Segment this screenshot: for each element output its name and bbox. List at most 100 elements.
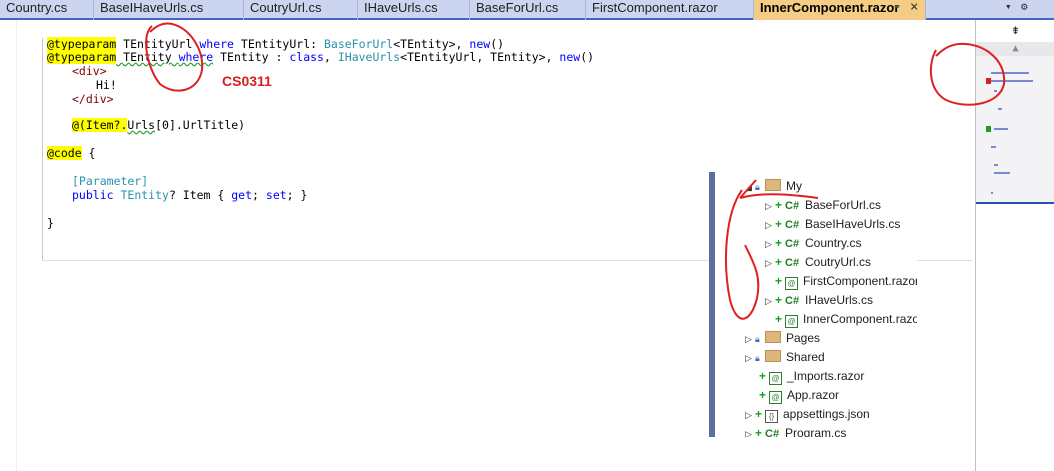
code-text: TEntityUrl: — [233, 37, 324, 51]
minimap-viewport[interactable] — [976, 56, 1054, 204]
razor-file-icon: @ — [785, 315, 798, 328]
folder-icon — [765, 350, 781, 362]
tab-label: InnerComponent.razor — [760, 0, 900, 15]
collapsed-arrow-icon[interactable]: ▷ — [745, 406, 755, 425]
type-name: IHaveUrls — [337, 50, 401, 64]
directive: @typeparam — [47, 37, 117, 51]
tree-item-my-folder[interactable]: ◢ 🔒︎ My — [745, 177, 802, 196]
type-name: TEntity — [113, 188, 169, 202]
pin-icon[interactable]: ⊸ — [893, 0, 900, 13]
tab-list-dropdown-icon[interactable]: ▾ — [1005, 0, 1012, 13]
minimap-line — [991, 146, 996, 148]
keyword: new — [559, 50, 581, 64]
code-property[interactable]: public TEntity? Item { get; set; } — [72, 188, 307, 202]
tree-item-firstcomponent[interactable]: + @ FirstComponent.razor — [775, 272, 917, 291]
keyword: new — [469, 37, 491, 51]
minimap-line — [991, 80, 1033, 82]
csharp-file-icon: C# — [785, 295, 800, 307]
code-text: TEntityUrl — [116, 37, 200, 51]
keyword: where — [178, 50, 214, 64]
tree-item-appsettings[interactable]: ▷ +{} appsettings.json — [745, 405, 870, 424]
tree-item-coutryurl[interactable]: ▷ + C# CoutryUrl.cs — [765, 253, 871, 272]
tree-item-app-razor[interactable]: + @ App.razor — [759, 386, 839, 405]
minimap-line — [998, 108, 1002, 110]
split-window-icon[interactable]: ⇟ — [976, 20, 1054, 40]
added-icon: + — [775, 236, 783, 250]
code-text: () — [490, 37, 505, 51]
close-tab-icon[interactable]: × — [910, 0, 918, 15]
tree-item-ihaveurls[interactable]: ▷ + C# IHaveUrls.cs — [765, 291, 873, 310]
minimap-line — [991, 192, 993, 194]
solution-explorer-tree[interactable]: ◢ 🔒︎ My ▷ + C# BaseForUrl.cs ▷ + C# BaseIHaveUrl… — [709, 172, 917, 437]
collapsed-arrow-icon[interactable]: ▷ — [765, 254, 775, 273]
collapsed-arrow-icon[interactable]: ▷ — [745, 349, 755, 368]
collapsed-arrow-icon[interactable]: ▷ — [745, 330, 755, 349]
razor-file-icon: @ — [769, 391, 782, 404]
minimap-change-marker — [986, 126, 991, 132]
lock-icon: 🔒︎ — [755, 353, 760, 363]
code-hi-text[interactable]: Hi! — [96, 78, 117, 92]
minimap-line — [994, 172, 1010, 174]
csharp-file-icon: C# — [785, 219, 800, 231]
collapsed-arrow-icon[interactable]: ▷ — [765, 197, 775, 216]
csharp-file-icon: C# — [765, 428, 780, 437]
tab-firstcomponent-razor[interactable]: FirstComponent.razor — [586, 0, 754, 20]
minimap-line — [994, 164, 998, 166]
tree-item-label: IHaveUrls.cs — [805, 293, 874, 307]
razor-file-icon: @ — [785, 277, 798, 290]
keyword: class — [289, 50, 324, 64]
tab-innercomponent-razor[interactable]: InnerComponent.razor — [754, 0, 926, 20]
expanded-arrow-icon[interactable]: ◢ — [745, 178, 755, 197]
code-text-squiggle: TEntity — [116, 50, 179, 64]
collapsed-arrow-icon[interactable]: ▷ — [765, 292, 775, 311]
settings-gear-icon[interactable]: ⚙ — [1021, 0, 1028, 13]
tree-item-label: Pages — [786, 331, 821, 345]
folder-icon — [765, 331, 781, 343]
code-text: ? Item { — [168, 188, 232, 202]
tab-country-cs[interactable]: Country.cs — [0, 0, 94, 20]
collapsed-arrow-icon[interactable]: ▷ — [765, 235, 775, 254]
tab-coutryurl-cs[interactable]: CoutryUrl.cs — [244, 0, 358, 20]
error-annotation: CS0311 — [222, 73, 272, 89]
code-div-close[interactable]: </div> — [72, 92, 114, 106]
tree-item-pages-folder[interactable]: ▷ 🔒︎ Pages — [745, 329, 820, 348]
csharp-file-icon: C# — [785, 257, 800, 269]
code-line-1[interactable]: @typeparam TEntityUrl where TEntityUrl: … — [47, 37, 504, 51]
code-text: [0].UrlTitle) — [155, 118, 246, 132]
code-item-expression[interactable]: @(Item?.Urls[0].UrlTitle) — [72, 118, 245, 132]
code-text: ; } — [286, 188, 308, 202]
tree-item-label: Country.cs — [805, 236, 862, 250]
tree-item-country[interactable]: ▷ + C# Country.cs — [765, 234, 861, 253]
code-div-open[interactable]: <div> — [72, 64, 107, 78]
added-icon: + — [759, 369, 767, 383]
minimap-scrollbar[interactable]: ⇟ ▲ — [975, 20, 1054, 471]
tab-baseihaveurls-cs[interactable]: BaseIHaveUrls.cs — [94, 0, 244, 20]
fold-guide — [42, 38, 43, 260]
code-line-2[interactable]: @typeparam TEntity where TEntity : class… — [47, 50, 594, 64]
razor-expression: @(Item?. — [72, 118, 128, 132]
tree-item-baseforurl[interactable]: ▷ + C# BaseForUrl.cs — [765, 196, 881, 215]
code-block-end[interactable]: } — [47, 216, 54, 230]
tree-item-label: Shared — [786, 350, 825, 364]
tree-item-shared-folder[interactable]: ▷ 🔒︎ Shared — [745, 348, 825, 367]
tab-baseforurl-cs[interactable]: BaseForUrl.cs — [470, 0, 586, 20]
added-icon: + — [759, 388, 767, 402]
code-text-squiggle: Urls — [127, 118, 156, 132]
added-icon: + — [775, 255, 783, 269]
csharp-file-icon: C# — [785, 238, 800, 250]
tab-ihaveurls-cs[interactable]: IHaveUrls.cs — [358, 0, 470, 20]
code-text: () — [580, 50, 595, 64]
code-text: , — [323, 50, 338, 64]
csharp-file-icon: C# — [785, 200, 800, 212]
tree-item-baseihaveurls[interactable]: ▷ + C# BaseIHaveUrls.cs — [765, 215, 900, 234]
tree-item-program[interactable]: ▷ + C# Program.cs — [745, 424, 846, 437]
collapsed-arrow-icon[interactable]: ▷ — [745, 425, 755, 437]
code-block-start[interactable]: @code { — [47, 146, 95, 160]
editor-gutter — [0, 20, 17, 471]
tree-item-imports[interactable]: + @ _Imports.razor — [759, 367, 864, 386]
collapsed-arrow-icon[interactable]: ▷ — [765, 216, 775, 235]
code-parameter-attribute[interactable]: [Parameter] — [72, 174, 148, 188]
tree-item-innercomponent[interactable]: + @ InnerComponent.razor — [775, 310, 917, 329]
scroll-up-arrow-icon[interactable]: ▲ — [976, 42, 1054, 56]
minimap-line — [991, 72, 1029, 74]
